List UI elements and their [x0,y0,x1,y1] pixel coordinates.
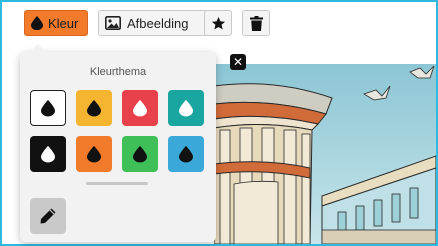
color-button[interactable]: Kleur [24,10,88,36]
star-icon [211,16,225,29]
color-swatch[interactable] [76,136,112,172]
popover-divider [86,182,148,185]
drop-icon [133,145,147,163]
illustration-image [214,64,436,244]
popover-title: Kleurthema [89,66,147,78]
color-swatch[interactable] [122,90,158,126]
color-swatch[interactable] [30,136,66,172]
drop-icon [41,145,55,163]
drop-icon [87,145,101,163]
drop-icon [87,99,101,117]
color-theme-popover: Kleurthema [20,52,216,242]
drop-icon [179,99,193,117]
color-swatch[interactable] [168,136,204,172]
color-swatch[interactable] [30,90,66,126]
drop-icon [41,99,55,117]
color-swatch[interactable] [122,136,158,172]
image-button[interactable]: Afbeelding [98,10,220,36]
color-swatch[interactable] [76,90,112,126]
drop-icon [31,16,43,30]
popover-arrow [30,44,46,52]
image-button-label: Afbeelding [127,15,189,31]
close-image-button[interactable]: ✕ [230,54,246,70]
drop-icon [179,145,193,163]
close-icon: ✕ [232,55,244,69]
color-button-label: Kleur [48,15,79,31]
delete-button[interactable] [242,10,270,36]
drop-icon [133,99,147,117]
trash-icon [249,15,263,31]
edit-color-button[interactable] [30,198,66,234]
pencil-icon [40,208,56,224]
favorite-button[interactable] [204,10,232,36]
image-icon [105,16,121,30]
color-swatch[interactable] [168,90,204,126]
